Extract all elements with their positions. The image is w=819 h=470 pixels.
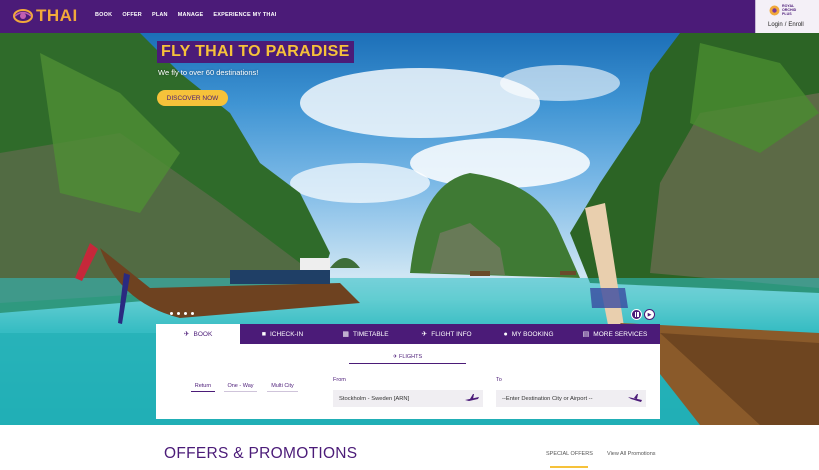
plane-icon: ✈ [392, 354, 398, 360]
trip-type-return[interactable]: Return [191, 383, 215, 392]
departure-plane-icon [465, 394, 479, 401]
document-icon: ▤ [582, 331, 590, 338]
calendar-icon: ▦ [342, 331, 349, 338]
nav-book[interactable]: BOOK [95, 12, 112, 18]
trip-type-multi-city[interactable]: Multi City [267, 383, 298, 392]
tab-my-booking-label: MY BOOKING [511, 330, 554, 338]
from-field-value: Stockholm - Sweden [ARN] [339, 395, 410, 402]
tab-flight-info[interactable]: ✈ FLIGHT INFO [406, 324, 487, 344]
tab-more-services-label: MORE SERVICES [593, 330, 648, 338]
tab-flight-info-label: FLIGHT INFO [431, 330, 472, 338]
top-navigation-bar: THAI BOOK OFFER PLAN MANAGE EXPERIENCE M… [0, 0, 819, 33]
plane-icon: ✈ [183, 331, 190, 338]
tab-book[interactable]: ✈ BOOK [156, 324, 240, 344]
rop-line-3: PLUS [782, 12, 792, 16]
carousel-dot[interactable] [184, 312, 187, 315]
login-link[interactable]: Login [768, 22, 783, 28]
person-icon: ● [503, 330, 508, 338]
from-field[interactable]: Stockholm - Sweden [ARN] [333, 390, 483, 407]
nav-experience[interactable]: EXPERIENCE MY THAI [213, 12, 276, 18]
orchid-logo-icon [13, 9, 33, 23]
special-offers-underline [550, 466, 588, 468]
hero-subtitle: We fly to over 60 destinations! [158, 68, 259, 77]
nav-offer[interactable]: OFFER [122, 12, 142, 18]
tab-my-booking[interactable]: ● MY BOOKING [487, 324, 570, 344]
offers-title: OFFERS & PROMOTIONS [164, 445, 358, 462]
royal-orchid-plus-logo[interactable]: ROYAL ORCHID PLUS [769, 4, 796, 16]
discover-now-button[interactable]: DISCOVER NOW [157, 90, 228, 106]
tab-icheck-in[interactable]: ■ ICHECK-IN [240, 324, 325, 344]
tab-more-services[interactable]: ▤ MORE SERVICES [570, 324, 660, 344]
offers-section: OFFERS & PROMOTIONS SPECIAL OFFERS View … [0, 425, 819, 470]
carousel-dot[interactable] [170, 312, 173, 315]
to-label: To [496, 377, 502, 383]
special-offers-tab[interactable]: SPECIAL OFFERS [546, 451, 593, 457]
trip-type-one-way[interactable]: One - Way [224, 383, 257, 392]
login-separator: / [784, 22, 787, 28]
hero-title: FLY THAI TO PARADISE [157, 41, 354, 63]
plane-icon: ✈ [421, 331, 428, 338]
carousel-pause-button[interactable] [631, 309, 642, 320]
royal-orchid-plus-panel: ROYAL ORCHID PLUS Login / Enroll [755, 0, 819, 33]
carousel-dot[interactable] [191, 312, 194, 315]
tab-icheck-in-label: ICHECK-IN [270, 330, 304, 338]
carousel-next-button[interactable]: ▶ [644, 309, 655, 320]
from-label: From [333, 377, 346, 383]
tab-timetable[interactable]: ▦ TIMETABLE [325, 324, 406, 344]
booking-widget: ✈ BOOK ■ ICHECK-IN ▦ TIMETABLE ✈ FLIGHT … [156, 324, 660, 419]
carousel-dots [170, 312, 194, 315]
thai-logo[interactable]: THAI [13, 6, 78, 26]
view-all-promotions-link[interactable]: View All Promotions [607, 451, 656, 457]
brand-name: THAI [36, 6, 78, 25]
to-field-placeholder: --Enter Destination City or Airport -- [502, 395, 593, 402]
nav-plan[interactable]: PLAN [152, 12, 168, 18]
orchid-icon [769, 5, 780, 15]
carousel-dot[interactable] [177, 312, 180, 315]
main-nav: BOOK OFFER PLAN MANAGE EXPERIENCE MY THA… [95, 12, 276, 18]
to-field[interactable]: --Enter Destination City or Airport -- [496, 390, 646, 407]
enroll-link[interactable]: Enroll [788, 22, 803, 28]
arrival-plane-icon [628, 394, 642, 402]
tab-book-label: BOOK [193, 330, 213, 338]
nav-manage[interactable]: MANAGE [178, 12, 204, 18]
tab-timetable-label: TIMETABLE [352, 330, 389, 338]
briefcase-icon: ■ [261, 330, 266, 338]
flights-subtab-label: FLIGHTS [398, 354, 423, 360]
booking-tabs: ✈ BOOK ■ ICHECK-IN ▦ TIMETABLE ✈ FLIGHT … [156, 324, 660, 344]
flights-subtab[interactable]: ✈ FLIGHTS [349, 354, 466, 364]
